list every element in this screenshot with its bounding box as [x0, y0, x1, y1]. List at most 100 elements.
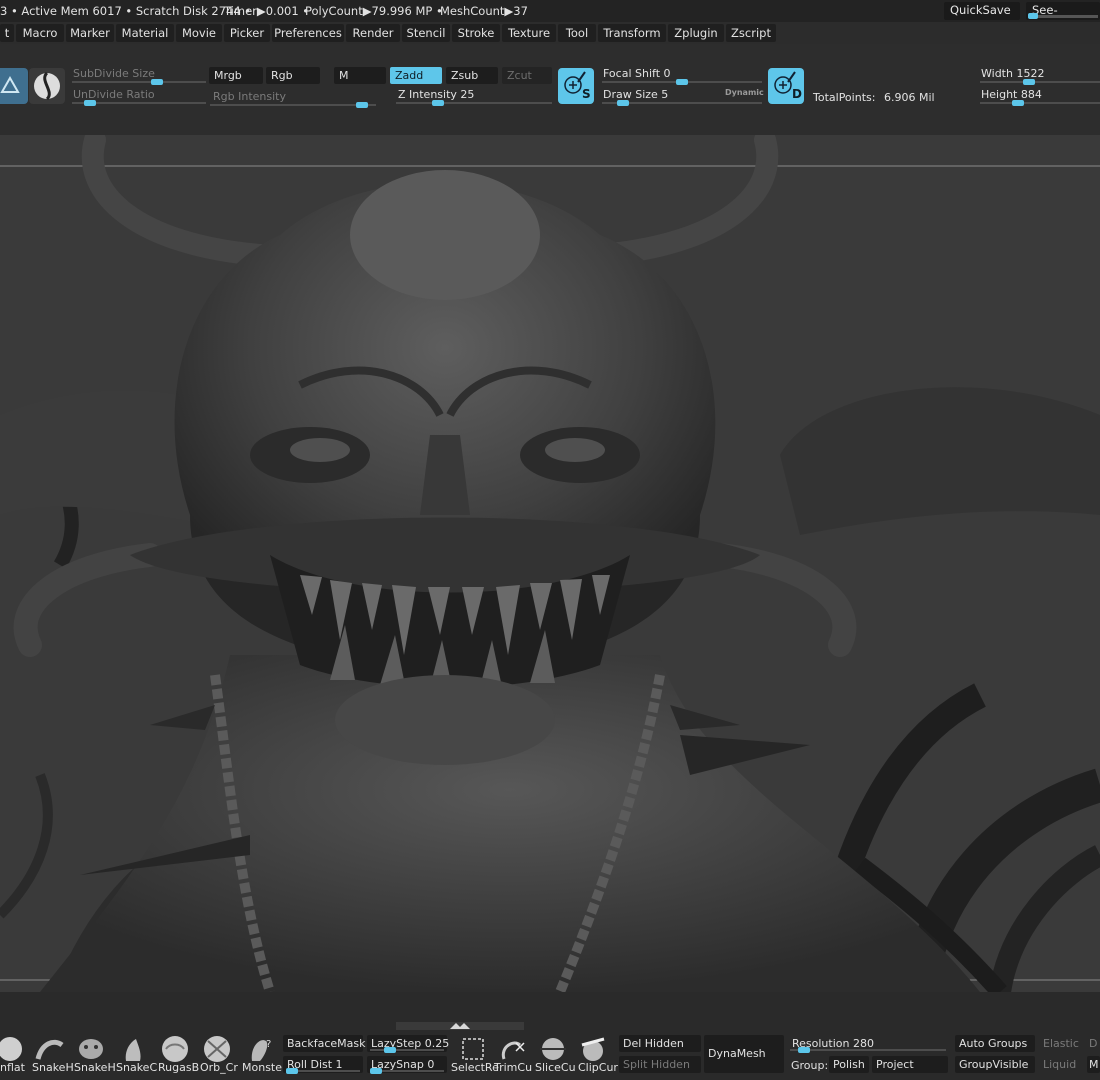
see-through-knob[interactable]: [1028, 13, 1038, 19]
undivide-ratio-slider[interactable]: [72, 100, 206, 106]
shelf-collapse-handle[interactable]: [396, 1022, 524, 1030]
brush-label: Monste: [242, 1061, 283, 1074]
backface-mask-toggle[interactable]: BackfaceMask: [283, 1035, 365, 1052]
menu-stencil[interactable]: Stencil: [402, 24, 450, 42]
total-points-value: 6.906 Mil: [884, 91, 935, 104]
meshcount-readout: MeshCount▶37: [440, 4, 528, 18]
menu-transform[interactable]: Transform: [598, 24, 666, 42]
group-visible-button[interactable]: GroupVisible: [955, 1056, 1035, 1073]
quicksave-button[interactable]: QuickSave: [944, 2, 1020, 20]
menu-render[interactable]: Render: [346, 24, 400, 42]
height-knob[interactable]: [1012, 100, 1025, 106]
snake-hook-brush-icon[interactable]: [32, 1035, 66, 1063]
sculpt-model: [0, 135, 1100, 992]
menu-macro[interactable]: Macro: [16, 24, 64, 42]
m-button[interactable]: M: [334, 67, 386, 84]
menu-zscript[interactable]: Zscript: [726, 24, 776, 42]
project-button[interactable]: Project: [872, 1056, 948, 1073]
draw-size-knob[interactable]: [616, 100, 629, 106]
liquid-toggle[interactable]: Liquid: [1039, 1056, 1085, 1073]
group-label: Group:: [791, 1059, 829, 1072]
del-hidden-button[interactable]: Del Hidden: [619, 1035, 701, 1052]
focal-shift-knob[interactable]: [676, 79, 688, 85]
mrgb-button[interactable]: Mrgb: [209, 67, 263, 84]
triangle-icon: [0, 75, 20, 93]
width-slider[interactable]: [980, 79, 1100, 85]
undivide-ratio-knob[interactable]: [84, 100, 97, 106]
width-label: Width 1522: [981, 67, 1045, 80]
see-through-track[interactable]: [1028, 13, 1098, 19]
snake-hook-2-brush-icon[interactable]: [74, 1035, 108, 1063]
z-intensity-knob[interactable]: [432, 100, 444, 106]
menu-bar: t Macro Marker Material Movie Picker Pre…: [0, 22, 1100, 45]
lazy-step-track[interactable]: [370, 1047, 444, 1053]
tool-shelf: SubDivide Size UnDivide Ratio Mrgb Rgb R…: [0, 44, 1100, 136]
dynamic-toggle[interactable]: Dynamic: [725, 88, 764, 97]
s-letter: S: [582, 87, 591, 101]
roll-dist-knob[interactable]: [286, 1068, 298, 1074]
menu-texture[interactable]: Texture: [502, 24, 556, 42]
lazy-snap-track[interactable]: [370, 1068, 444, 1074]
height-slider[interactable]: [980, 100, 1100, 106]
document-canvas[interactable]: [0, 135, 1100, 992]
zadd-button[interactable]: Zadd: [390, 67, 442, 84]
selectr-label: SelectRe: [451, 1061, 499, 1074]
draw-size-slider[interactable]: [602, 100, 762, 106]
resolution-knob[interactable]: [798, 1047, 810, 1053]
split-hidden-button[interactable]: Split Hidden: [619, 1056, 701, 1073]
total-points-label: TotalPoints:: [813, 91, 876, 104]
menu-marker[interactable]: Marker: [66, 24, 114, 42]
edit-mode-icon[interactable]: [0, 68, 28, 104]
width-knob[interactable]: [1023, 79, 1036, 85]
brush-label: Orb_Cr: [200, 1061, 238, 1074]
rgb-intensity-slider[interactable]: [210, 102, 376, 108]
roll-dist-track[interactable]: [286, 1068, 360, 1074]
subdivide-size-knob[interactable]: [151, 79, 164, 85]
auto-groups-button[interactable]: Auto Groups: [955, 1035, 1035, 1052]
m-toggle[interactable]: M: [1087, 1056, 1100, 1073]
status-bar: 3 • Active Mem 6017 • Scratch Disk 2744 …: [0, 0, 1100, 34]
inflat-brush-icon[interactable]: [0, 1035, 30, 1063]
d-letter: D: [792, 87, 802, 101]
height-label: Height 884: [981, 88, 1042, 101]
rgb-intensity-knob[interactable]: [356, 102, 369, 108]
menu-item[interactable]: t: [0, 24, 14, 42]
zsub-button[interactable]: Zsub: [446, 67, 498, 84]
menu-movie[interactable]: Movie: [176, 24, 222, 42]
menu-stroke[interactable]: Stroke: [452, 24, 500, 42]
focal-shift-slider[interactable]: [602, 79, 762, 85]
material-sphere-icon[interactable]: [29, 68, 65, 104]
z-intensity-slider[interactable]: [396, 100, 552, 106]
menu-material[interactable]: Material: [116, 24, 174, 42]
zcut-button[interactable]: Zcut: [502, 67, 552, 84]
menu-tool[interactable]: Tool: [558, 24, 596, 42]
orb-crack-brush-icon[interactable]: [200, 1035, 234, 1063]
d-toggle[interactable]: D: [1087, 1035, 1100, 1052]
slice-curve-icon[interactable]: [536, 1035, 570, 1063]
slicecu-label: SliceCu: [535, 1061, 576, 1074]
dynamesh-button[interactable]: DynaMesh: [704, 1035, 784, 1073]
menu-preferences[interactable]: Preferences: [272, 24, 344, 42]
dynamic-brush-icon[interactable]: D: [768, 68, 804, 104]
rgb-intensity-label: Rgb Intensity: [213, 90, 286, 103]
monster-brush-icon[interactable]: ?: [244, 1035, 278, 1063]
rgb-button[interactable]: Rgb: [266, 67, 320, 84]
sculptris-pro-icon[interactable]: S: [558, 68, 594, 104]
trim-curve-icon[interactable]: [496, 1035, 530, 1063]
select-rect-icon[interactable]: [456, 1035, 490, 1063]
lazy-snap-knob[interactable]: [370, 1068, 382, 1074]
polish-button[interactable]: Polish: [829, 1056, 869, 1073]
brush-label: nflat: [0, 1061, 25, 1074]
trimcu-label: TrimCu: [494, 1061, 533, 1074]
subdivide-size-slider[interactable]: [72, 79, 206, 85]
lazy-step-knob[interactable]: [384, 1047, 396, 1053]
elastic-toggle[interactable]: Elastic: [1039, 1035, 1085, 1052]
snake-curve-brush-icon[interactable]: [116, 1035, 150, 1063]
menu-zplugin[interactable]: Zplugin: [668, 24, 724, 42]
brush-label: SnakeC: [116, 1061, 158, 1074]
resolution-track[interactable]: [790, 1047, 946, 1053]
rugas-brush-icon[interactable]: [158, 1035, 192, 1063]
active-mem-readout: 3 • Active Mem 6017 • Scratch Disk 2744 …: [0, 4, 252, 18]
clip-curve-icon[interactable]: [576, 1035, 610, 1063]
menu-picker[interactable]: Picker: [224, 24, 270, 42]
